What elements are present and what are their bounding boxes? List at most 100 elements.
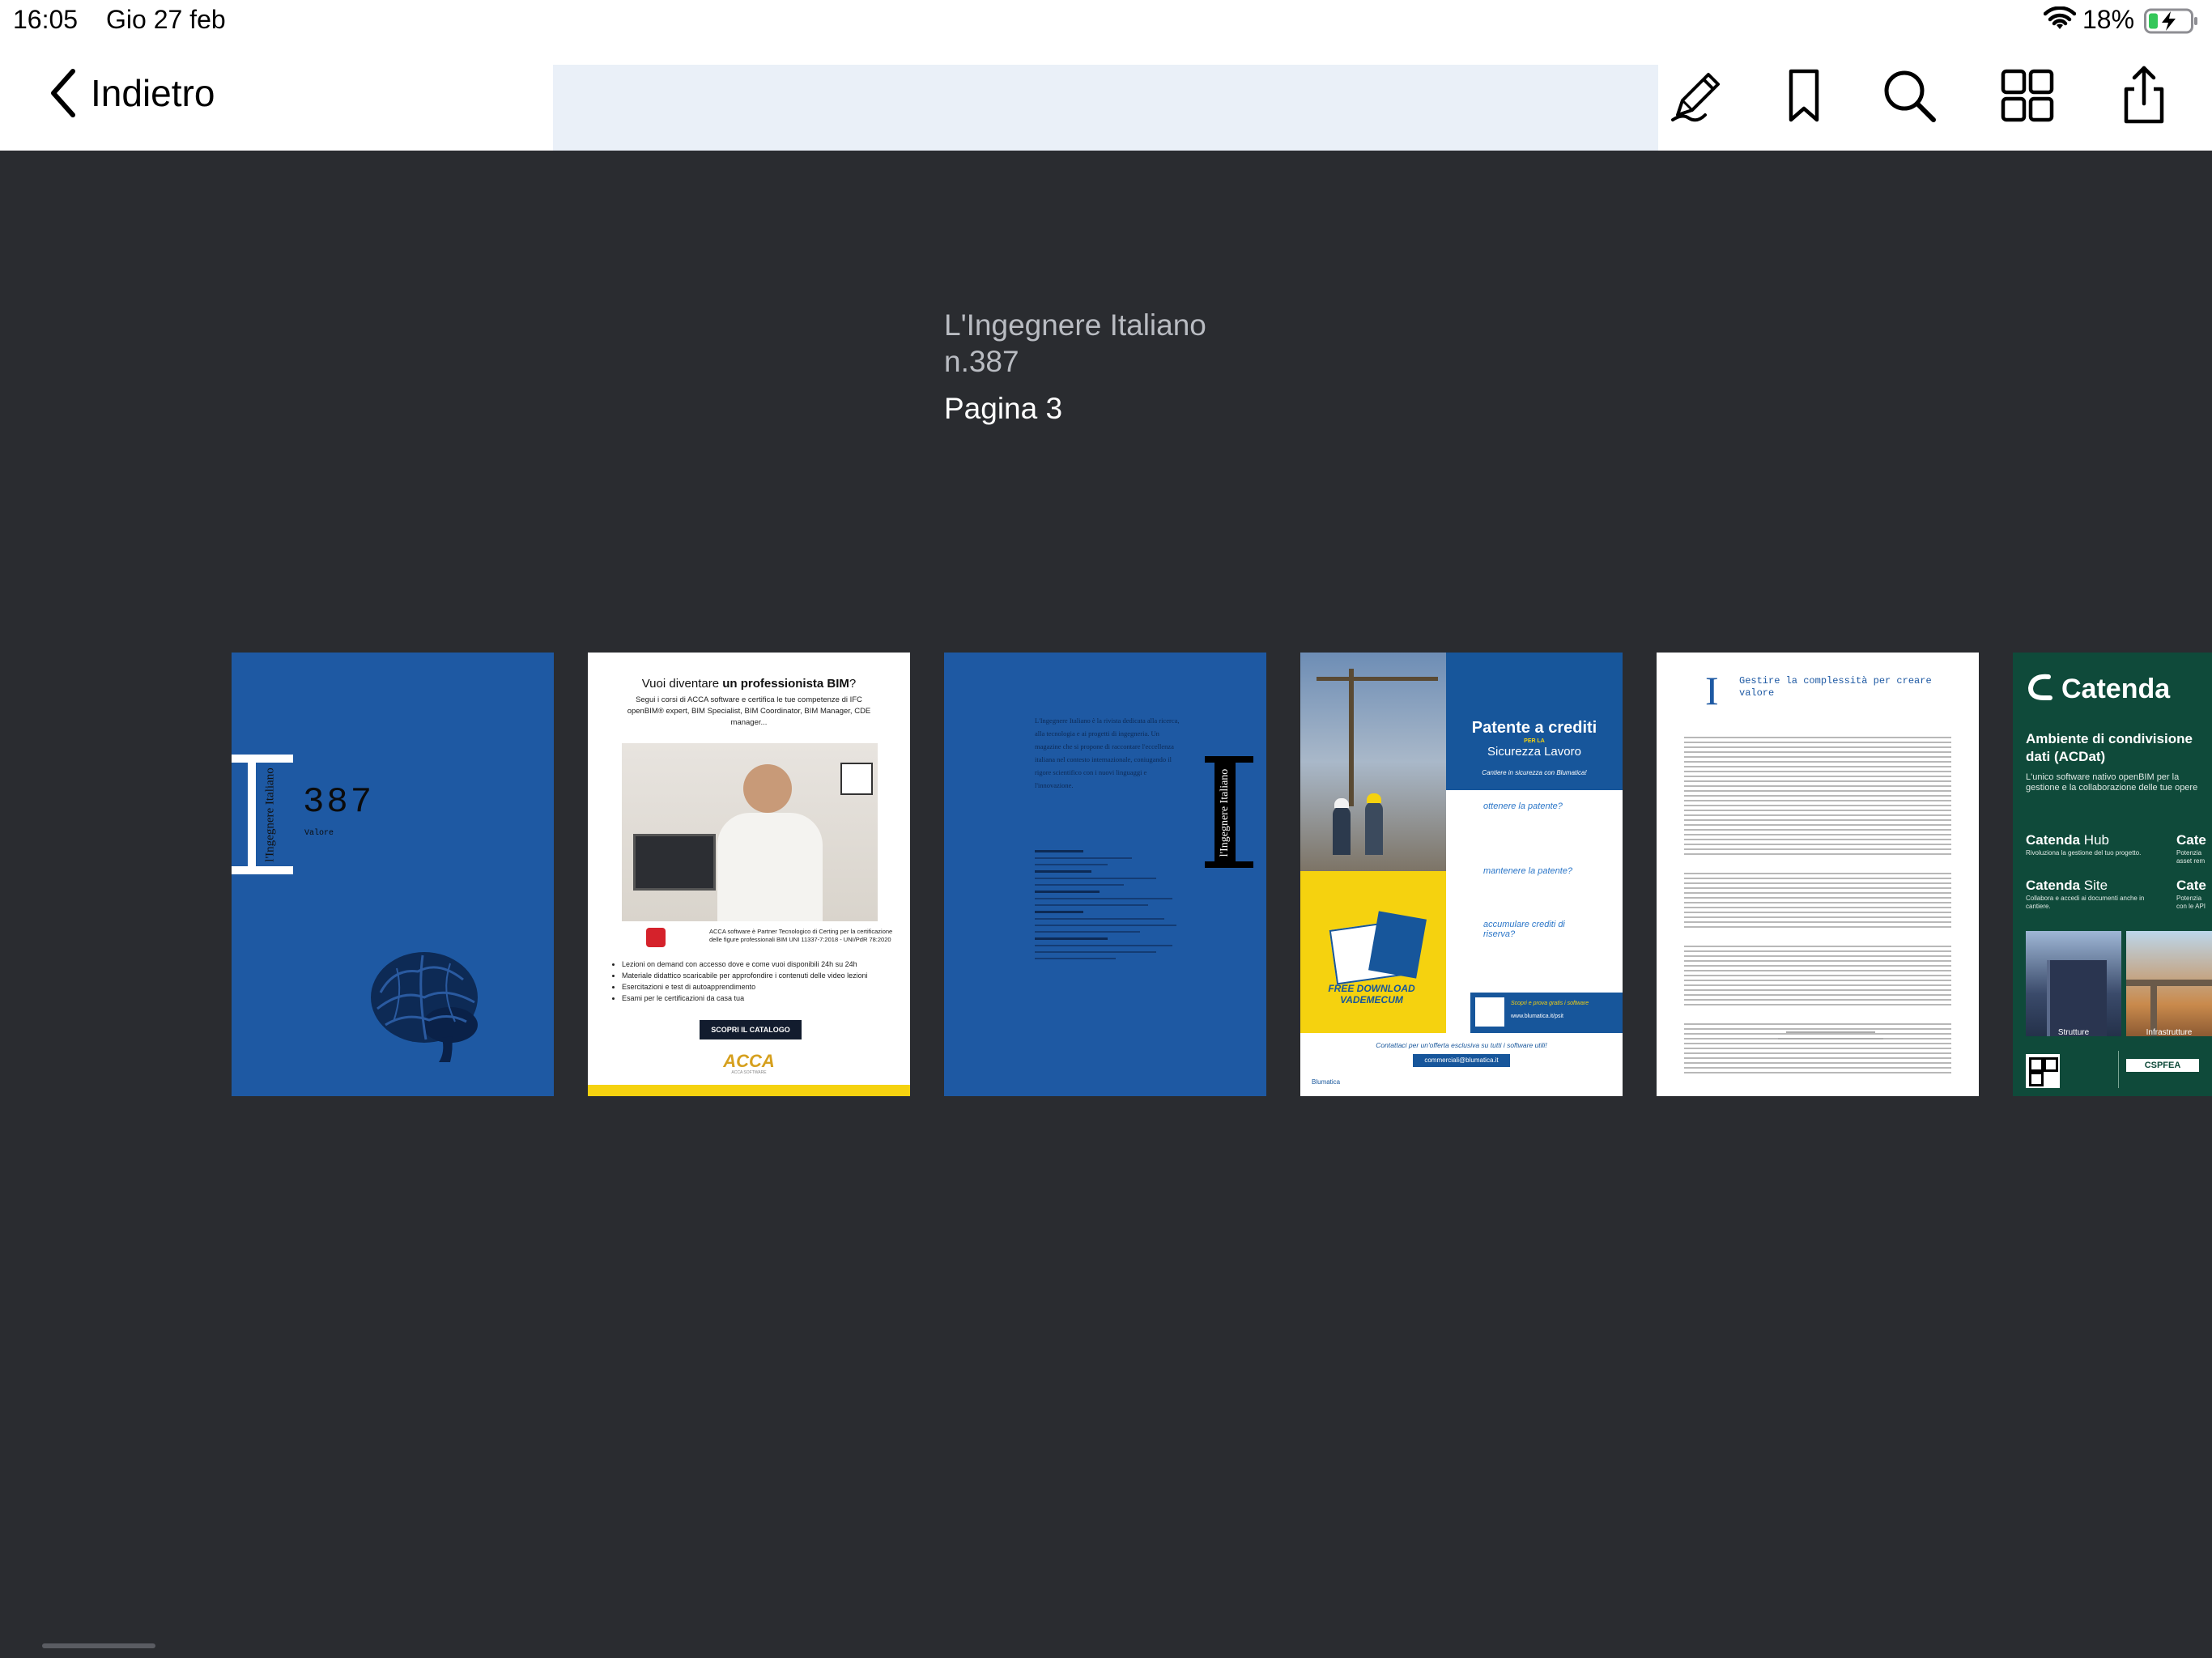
- catenda-photo-label: Strutture: [2057, 1028, 2090, 1037]
- acca-headline-end: ?: [849, 677, 857, 691]
- document-issue: n.387: [944, 345, 1019, 378]
- acca-photo: [622, 743, 878, 921]
- wifi-icon: [2044, 6, 2076, 29]
- editorial-signature: [1786, 1031, 1875, 1033]
- catenda-product-brand: Catenda: [2026, 878, 2081, 893]
- cover-masthead: l'Ingegnere Italiano: [263, 767, 277, 862]
- acca-logo-sub: ACCA SOFTWARE: [731, 1070, 767, 1075]
- blumatica-email: commerciali@blumatica.it: [1413, 1054, 1510, 1067]
- acca-bullet: Materiale didattico scaricabile per appr…: [622, 970, 905, 981]
- page-thumbnail-2[interactable]: Vuoi diventare un professionista BIM? Se…: [588, 653, 910, 1096]
- catenda-photo-label: Infrastrutture: [2146, 1028, 2193, 1037]
- status-bar: 16:05 Gio 27 feb 18%: [0, 0, 2212, 40]
- blumatica-url: www.blumatica.it/psit: [1511, 1014, 1563, 1019]
- catenda-product-partial-desc: Potenzia asset rem: [2176, 849, 2206, 865]
- page3-intro: L'Ingegnere Italiano è la rivista dedica…: [1035, 716, 1180, 789]
- blumatica-question: mantenere la patente?: [1483, 866, 1573, 876]
- status-date: Gio 27 feb: [106, 5, 226, 34]
- catenda-product-suffix: Site: [2080, 878, 2108, 893]
- acca-bullet: Esercitazioni e test di autoapprendiment…: [622, 981, 905, 993]
- catenda-product-suffix: Hub: [2080, 832, 2109, 848]
- acca-bullet: Lezioni on demand con accesso dove e com…: [622, 959, 905, 970]
- page-view[interactable]: L'Ingegnere Italiano n.387 Pagina 3: [0, 151, 2212, 615]
- editorial-heading: Gestire la complessità per creare valore: [1739, 675, 1932, 699]
- status-time: 16:05: [13, 5, 79, 34]
- blumatica-subtitle: Cantiere in sicurezza con Blumatica!: [1482, 769, 1587, 776]
- page-thumbnail-3[interactable]: L'Ingegnere Italiano è la rivista dedica…: [944, 653, 1266, 1096]
- page3-credits-block: [1035, 850, 1180, 1039]
- home-indicator: [42, 1643, 155, 1648]
- blumatica-title-small: PER LA: [1524, 738, 1545, 744]
- catenda-product-desc: Collabora e accedi ai documenti anche in…: [2026, 895, 2145, 910]
- blumatica-contact: Contattaci per un'offerta esclusiva su t…: [1376, 1041, 1547, 1049]
- acca-partner-text: ACCA software è Partner Tecnologico di C…: [709, 928, 893, 943]
- document-title: L'Ingegnere Italiano: [944, 308, 1206, 342]
- editorial-signature-title: [1778, 1038, 1883, 1039]
- catenda-photo-structures: [2026, 931, 2121, 1036]
- search-icon[interactable]: [1878, 65, 1940, 126]
- acca-headline: Vuoi diventare un professionista BIM?: [588, 677, 910, 691]
- catenda-logo: Catenda: [2061, 674, 2171, 704]
- blumatica-photo: [1300, 653, 1446, 871]
- certing-logo: [646, 928, 666, 947]
- share-icon[interactable]: [2113, 65, 2175, 126]
- blumatica-title2: Sicurezza Lavoro: [1487, 745, 1581, 759]
- blumatica-cta-small: Scopri e prova gratis i software: [1511, 1001, 1589, 1006]
- chevron-left-icon: [51, 69, 75, 117]
- acca-bullets: Lezioni on demand con accesso dove e com…: [610, 959, 905, 1004]
- current-page-indicator: [1088, 615, 1130, 631]
- page3-masthead: l'Ingegnere Italiano: [1219, 768, 1231, 857]
- back-label: Indietro: [91, 72, 215, 114]
- back-button[interactable]: Indietro: [47, 65, 215, 121]
- cover-bar-top: [232, 755, 293, 763]
- editorial-initial: I: [1705, 668, 1719, 713]
- catenda-photo-infrastructures: [2126, 931, 2212, 1036]
- catenda-description: L'unico software nativo openBIM per la g…: [2026, 772, 2198, 793]
- catenda-divider: [2118, 1051, 2119, 1088]
- acca-yellow-band: [588, 1085, 910, 1096]
- catenda-product-partial: Cate: [2176, 878, 2206, 893]
- blumatica-yellow-panel: FREE DOWNLOAD VADEMECUM: [1300, 871, 1446, 1033]
- catenda-logo-icon: [2027, 674, 2052, 700]
- grid-view-icon[interactable]: [1997, 65, 2058, 126]
- blumatica-cta-panel: Scopri e prova gratis i software www.blu…: [1470, 993, 1623, 1033]
- catenda-distributor-logo: CSPFEA: [2126, 1059, 2199, 1072]
- acca-headline-bold: un professionista BIM: [722, 677, 849, 691]
- cover-bar-vertical: [248, 755, 256, 874]
- catenda-headline: Ambiente di condivisione dati (ACDat): [2026, 731, 2193, 764]
- toolbar-search-area[interactable]: [553, 65, 1658, 151]
- page-label: Pagina 3: [944, 392, 1063, 425]
- page-thumbnail-4[interactable]: Patente a crediti PER LA Sicurezza Lavor…: [1300, 653, 1623, 1096]
- cover-issue-number: 387: [303, 782, 375, 823]
- catenda-product-name: Catenda Site: [2026, 878, 2108, 894]
- catenda-product-brand: Catenda: [2026, 832, 2081, 848]
- acca-logo: ACCA: [723, 1051, 775, 1071]
- markup-pen-icon[interactable]: [1666, 65, 1728, 126]
- catenda-product-partial-desc: Potenzia con le API: [2176, 895, 2206, 910]
- acca-body: Segui i corsi di ACCA software e certifi…: [627, 695, 871, 727]
- acca-headline-plain: Vuoi diventare: [641, 677, 723, 691]
- toolbar: Indietro: [0, 40, 2212, 151]
- acca-bullet: Esami per le certificazioni da casa tua: [622, 993, 905, 1004]
- cover-bar-bottom: [232, 866, 293, 874]
- blumatica-question: accumulare crediti di riserva?: [1483, 920, 1565, 939]
- editorial-body: [1684, 737, 1951, 1077]
- blumatica-title: Patente a crediti: [1471, 719, 1597, 737]
- blumatica-question: ottenere la patente?: [1483, 801, 1563, 811]
- page-thumbnail-5[interactable]: I Gestire la complessità per creare valo…: [1657, 653, 1979, 1096]
- acca-catalog-button: SCOPRI IL CATALOGO: [700, 1020, 802, 1039]
- catenda-product-desc: Rivoluziona la gestione del tuo progetto…: [2026, 849, 2142, 857]
- page-thumbnail-6[interactable]: Catenda Ambiente di condivisione dati (A…: [2013, 653, 2212, 1096]
- catenda-product-name: Catenda Hub: [2026, 832, 2109, 848]
- battery-percent: 18%: [2082, 5, 2135, 34]
- cover-subtitle: Valore: [304, 829, 334, 838]
- brain-illustration: [371, 952, 478, 1062]
- battery-charging-icon: [2144, 8, 2197, 34]
- blumatica-download: FREE DOWNLOAD VADEMECUM: [1328, 983, 1415, 1005]
- bookmark-icon[interactable]: [1773, 65, 1835, 126]
- catenda-qr-code: [2026, 1054, 2060, 1088]
- blumatica-logo: Blumatica: [1312, 1078, 1341, 1086]
- catenda-product-partial: Cate: [2176, 832, 2206, 848]
- blumatica-title-panel: Patente a crediti PER LA Sicurezza Lavor…: [1446, 653, 1623, 790]
- page-thumbnail-1[interactable]: l'Ingegnere Italiano 387 Valore: [232, 653, 554, 1096]
